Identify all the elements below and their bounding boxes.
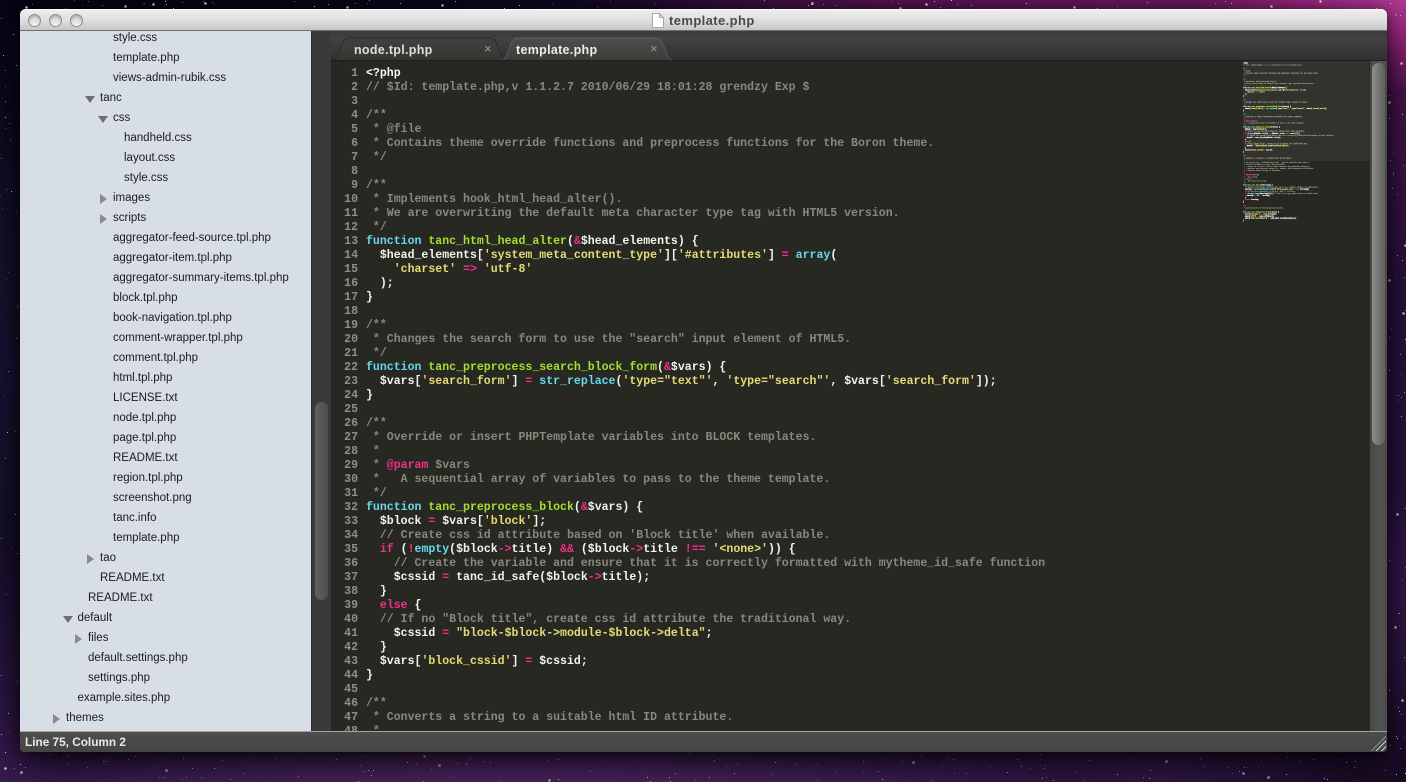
svg-text:template.php: template.php: [516, 43, 597, 57]
svg-text:×: ×: [650, 41, 658, 56]
svg-text:×: ×: [484, 41, 492, 56]
svg-text:node.tpl.php: node.tpl.php: [354, 43, 433, 57]
